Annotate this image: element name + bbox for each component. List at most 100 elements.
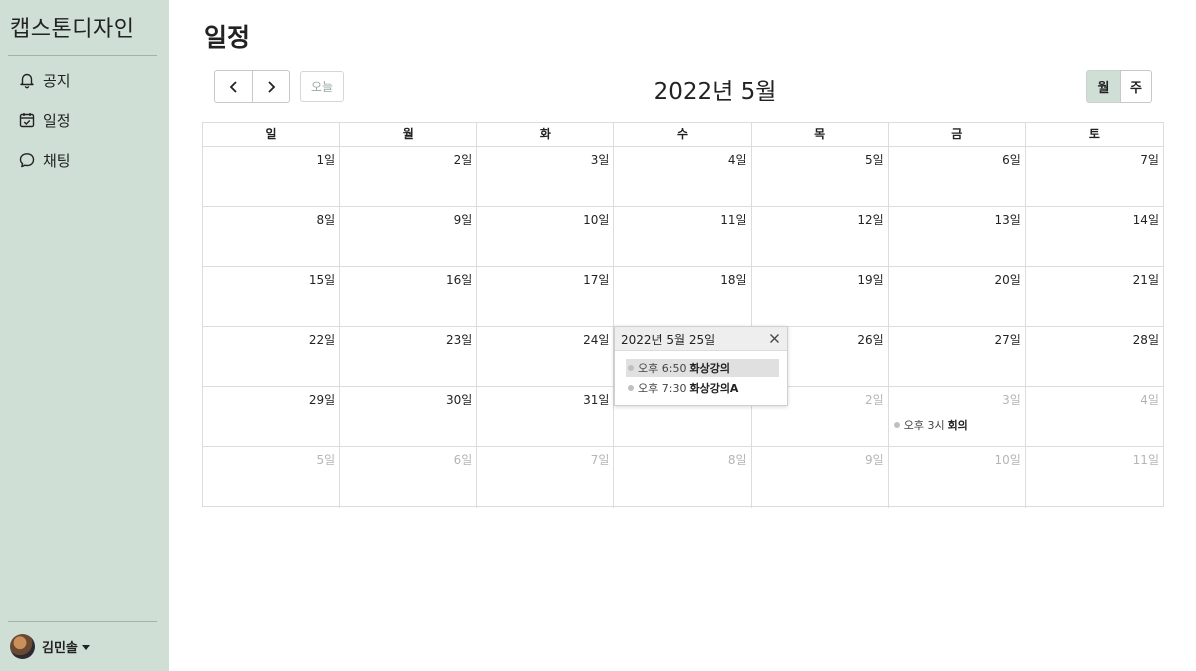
day-cell[interactable]: 11일 [614,207,752,267]
day-number: 2일 [865,393,884,408]
day-cell[interactable]: 16일 [340,267,478,327]
day-cell[interactable]: 22일 [203,327,341,387]
day-cell[interactable]: 3일 [477,147,615,207]
day-cell[interactable]: 8일 [614,447,752,508]
day-number: 17일 [583,273,610,288]
day-number: 11일 [1132,453,1159,468]
day-cell[interactable]: 7일 [1026,147,1163,206]
day-cell[interactable]: 27일 [889,327,1026,387]
day-cell[interactable]: 8일 [203,207,341,267]
today-button[interactable]: 오늘 [300,71,344,102]
day-cell[interactable]: 13일 [889,207,1026,267]
day-number: 5일 [316,453,336,468]
day-events-popover: 2022년 5월 25일 오후 6:50 화상강의 오후 7:30 화상강의A [614,326,788,406]
event-title: 화상강의 [689,362,730,375]
day-cell[interactable]: 28일 [1026,327,1163,386]
day-number: 22일 [308,333,336,348]
day-cell[interactable]: 9일 [752,447,889,508]
weekday-label: 금 [889,123,1026,146]
day-cell[interactable]: 20일 [889,267,1026,327]
day-cell[interactable]: 9일 [340,207,478,267]
weekday-label: 월 [340,123,478,146]
day-cell[interactable]: 17일 [477,267,615,327]
event-time: 오후 3시 [903,419,945,433]
day-number: 3일 [590,153,610,167]
day-cell[interactable]: 10일 [889,447,1026,508]
event-dot [628,385,634,391]
popover-event[interactable]: 오후 6:50 화상강의 [626,359,779,377]
day-number: 4일 [1140,393,1159,408]
popover-header: 2022년 5월 25일 [615,327,787,351]
day-number: 23일 [445,333,473,348]
day-number: 7일 [1140,153,1159,167]
avatar [10,634,35,659]
day-cell[interactable]: 18일 [614,267,752,327]
day-cell[interactable]: 10일 [477,207,615,267]
day-cell[interactable]: 5일 [203,447,341,508]
day-number: 27일 [994,333,1021,348]
event-dot [628,365,634,371]
caret-down-icon [81,645,90,650]
day-cell[interactable]: 29일 [203,387,341,447]
day-cell[interactable]: 6일 [340,447,478,508]
day-number: 14일 [1132,213,1159,228]
user-name: 김민솔 [42,641,78,656]
month-view-button[interactable]: 월 [1086,70,1121,103]
sidebar-item-chat[interactable]: 채팅 [0,148,169,172]
day-cell[interactable]: 2일 [340,147,478,207]
day-cell[interactable]: 12일 [752,207,889,267]
day-cell[interactable]: 4일 [614,147,752,207]
day-cell[interactable]: 30일 [340,387,478,447]
day-cell[interactable]: 1일 [203,147,341,207]
day-number: 8일 [727,453,747,468]
calendar-week: 5일 6일 7일 8일 9일 10일 11일 [203,447,1163,508]
day-number: 6일 [453,453,473,468]
weekday-header: 일 월 화 수 목 금 토 [203,123,1163,147]
sidebar-item-notice[interactable]: 공지 [0,68,169,92]
popover-event[interactable]: 오후 7:30 화상강의A [626,379,779,397]
day-number: 6일 [1002,153,1021,167]
day-number: 10일 [994,453,1021,468]
weekday-label: 목 [752,123,889,146]
day-cell[interactable]: 4일 [1026,387,1163,446]
day-cell[interactable]: 6일 [889,147,1026,207]
day-number: 3일 [1002,393,1021,408]
sidebar-item-schedule[interactable]: 일정 [0,108,169,132]
day-cell[interactable]: 3일오후 3시 회의 [889,387,1026,447]
day-cell[interactable]: 21일 [1026,267,1163,326]
day-cell[interactable]: 23일 [340,327,478,387]
day-cell[interactable]: 31일 [477,387,615,447]
day-number: 24일 [583,333,610,348]
day-cell[interactable]: 14일 [1026,207,1163,266]
day-cell[interactable]: 24일 [477,327,615,387]
day-number: 20일 [994,273,1021,288]
prev-month-button[interactable] [214,70,253,103]
sidebar-item-label: 채팅 [43,151,71,170]
day-number: 1일 [316,153,336,167]
day-number: 26일 [857,333,884,348]
day-number: 10일 [583,213,610,228]
day-cell[interactable]: 15일 [203,267,341,327]
event-time: 오후 6:50 [638,362,687,375]
calendar-title: 2022년 5월 [653,79,777,105]
day-number: 19일 [857,273,884,288]
event-time: 오후 7:30 [638,382,687,395]
day-cell[interactable]: 5일 [752,147,889,207]
close-button[interactable] [766,330,783,347]
week-view-button[interactable]: 주 [1120,70,1152,103]
calendar-event[interactable]: 오후 3시 회의 [893,417,968,433]
day-cell[interactable]: 11일 [1026,447,1163,507]
divider [8,55,157,56]
day-number: 8일 [316,213,336,228]
calendar-week: 15일 16일 17일 18일 19일 20일 21일 [203,267,1163,328]
next-month-button[interactable] [252,70,290,103]
chat-bubble-icon [18,151,36,169]
day-number: 11일 [720,213,747,228]
day-cell[interactable]: 19일 [752,267,889,327]
day-cell[interactable]: 7일 [477,447,615,508]
day-number: 9일 [453,213,473,228]
event-dot [893,422,900,429]
user-menu[interactable]: 김민솔 [10,634,90,659]
divider [8,621,157,622]
brand-title: 캡스톤디자인 [10,17,135,42]
